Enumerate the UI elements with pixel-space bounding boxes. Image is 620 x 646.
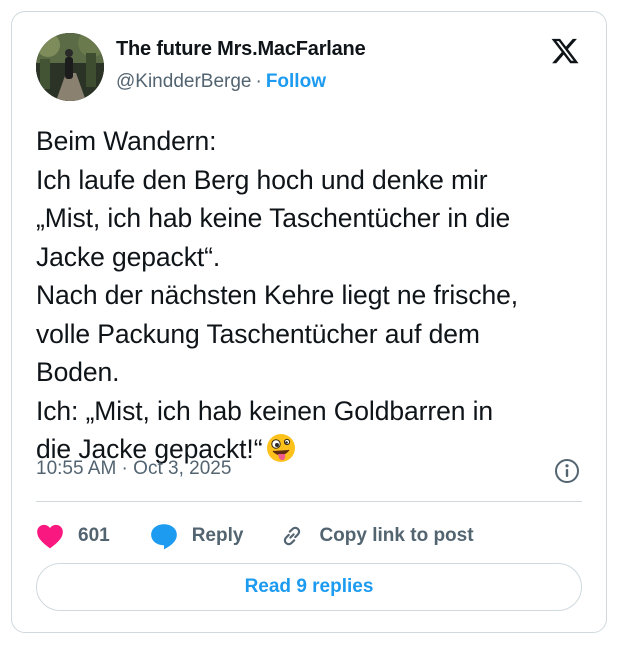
tweet-line: Nach der nächsten Kehre liegt ne frische… — [36, 280, 519, 310]
tweet-line: Ich: „Mist, ich hab keinen Goldbarren in — [36, 395, 494, 426]
tweet-card: The future Mrs.MacFarlane @KindderBerge ·… — [11, 11, 607, 633]
author-handle[interactable]: @KindderBerge — [116, 71, 251, 92]
tweet-line: Jacke gepackt“. — [36, 241, 221, 272]
reply-label: Reply — [191, 525, 244, 546]
x-logo-icon[interactable] — [550, 36, 580, 66]
read-replies-button[interactable]: Read 9 replies — [36, 563, 582, 611]
tweet-line: volle Packung Taschentücher auf dem — [36, 318, 480, 349]
reply-button[interactable]: Reply — [150, 523, 244, 550]
avatar-image — [36, 33, 104, 101]
like-count: 601 — [78, 525, 110, 546]
author-handle-row: @KindderBerge · Follow — [116, 71, 326, 93]
tweet-line: „Mist, ich hab keine Taschentücher in di… — [36, 203, 511, 233]
tweet-line: Beim Wandern: — [36, 126, 217, 156]
like-button[interactable]: 601 — [36, 523, 110, 549]
follow-button[interactable]: Follow — [266, 71, 326, 92]
tweet-line: Ich laufe den Berg hoch und denke mir — [36, 164, 488, 195]
divider — [36, 501, 582, 502]
avatar[interactable] — [36, 33, 104, 101]
link-icon — [284, 526, 301, 546]
zany-face-emoji-icon — [266, 433, 296, 463]
action-bar: 601 Reply Copy link to post — [36, 519, 474, 553]
separator-dot: · — [255, 71, 262, 92]
author-name[interactable]: The future Mrs.MacFarlane — [116, 38, 366, 61]
info-icon[interactable] — [554, 458, 580, 484]
tweet-timestamp[interactable]: 10:55 AM · Oct 3, 2025 — [36, 458, 231, 480]
heart-icon — [37, 524, 63, 549]
reply-bubble-icon — [150, 523, 177, 549]
copy-link-button[interactable]: Copy link to post — [279, 523, 474, 549]
copy-link-label: Copy link to post — [319, 525, 474, 546]
tweet-line: Boden. — [36, 357, 120, 387]
tweet-text: Beim Wandern: Ich laufe den Berg hoch un… — [36, 122, 596, 469]
